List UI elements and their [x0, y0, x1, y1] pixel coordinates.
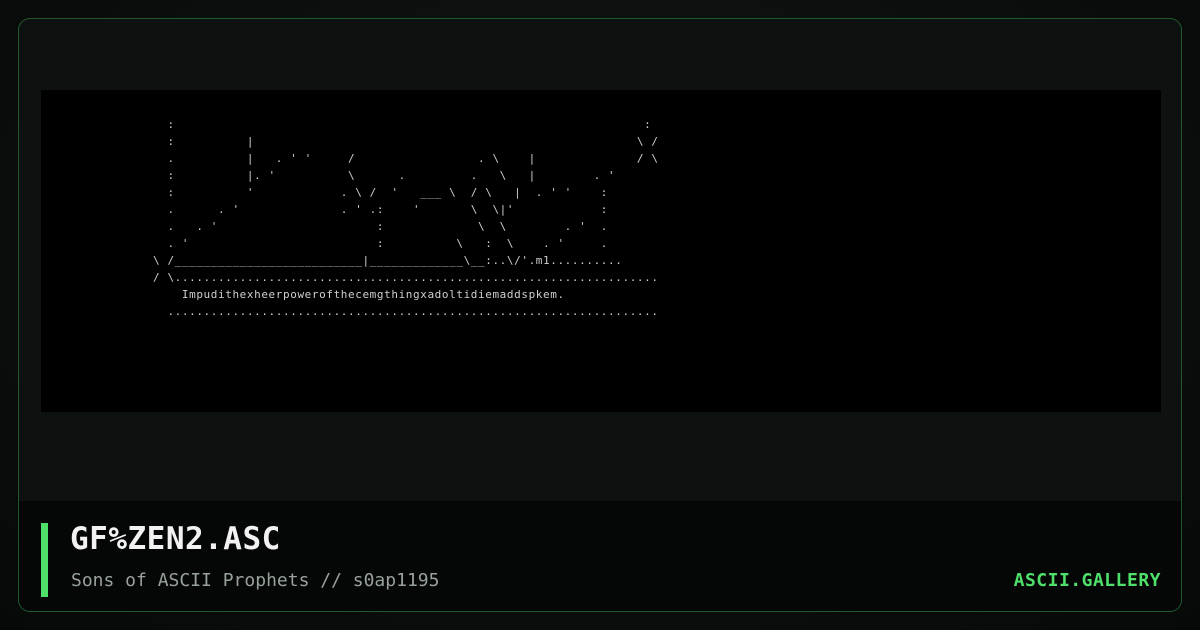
og-card: : : : | \ / . | . ' ' / . \ | / \: |. '…: [0, 0, 1200, 630]
accent-bar: [41, 523, 48, 597]
card-footer: GF%ZEN2.ASC Sons of ASCII Prophets // s0…: [19, 501, 1181, 611]
artwork-title: GF%ZEN2.ASC: [70, 521, 281, 557]
artwork-subtitle: Sons of ASCII Prophets // s0ap1195: [71, 570, 440, 591]
site-brand-link[interactable]: ASCII.GALLERY: [1014, 570, 1161, 591]
ascii-artwork: : : : | \ / . | . ' ' / . \ | / \: |. '…: [153, 118, 659, 318]
ascii-art-panel: : : : | \ / . | . ' ' / . \ | / \: |. '…: [41, 90, 1161, 412]
card-frame: : : : | \ / . | . ' ' / . \ | / \: |. '…: [18, 18, 1182, 612]
